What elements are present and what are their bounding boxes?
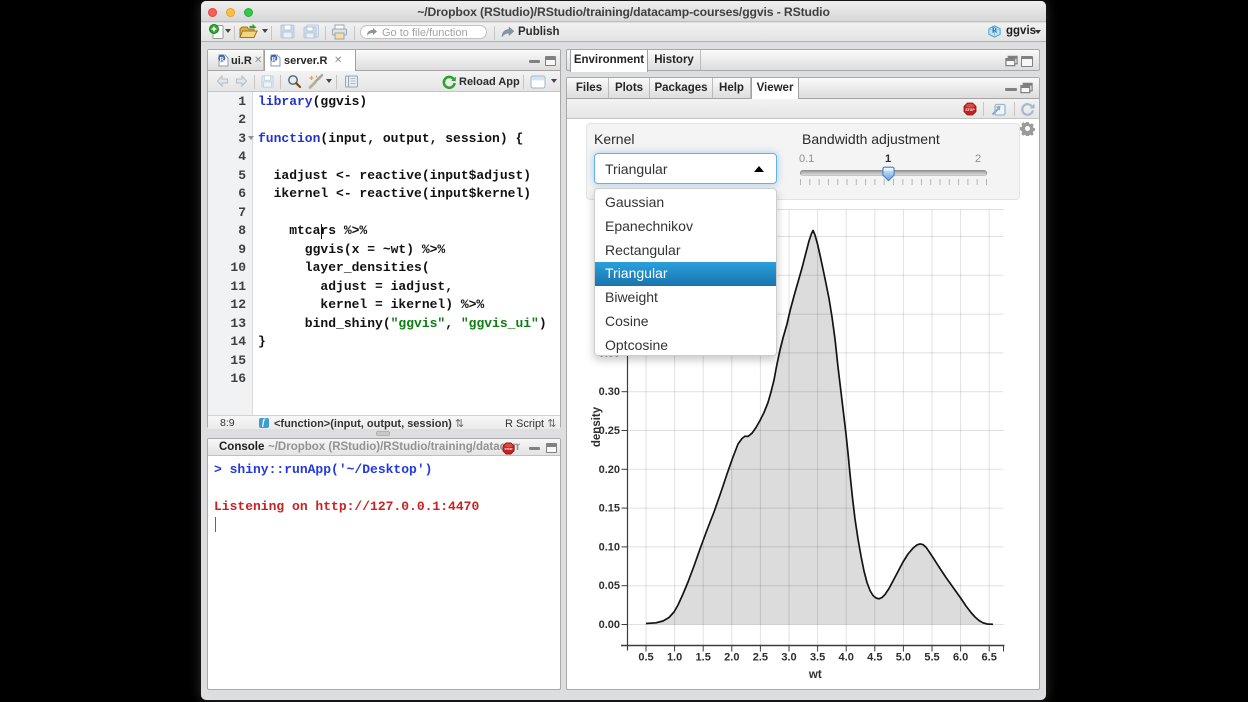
svg-text:wt: wt: [808, 669, 822, 681]
svg-text:1.5: 1.5: [696, 652, 711, 664]
svg-text:3.0: 3.0: [781, 652, 796, 664]
svg-text:0.30: 0.30: [599, 386, 620, 398]
svg-text:0.15: 0.15: [599, 503, 620, 515]
svg-text:0.05: 0.05: [599, 580, 620, 592]
svg-text:6.0: 6.0: [953, 652, 968, 664]
svg-text:density: density: [591, 406, 603, 447]
svg-text:5.5: 5.5: [924, 652, 939, 664]
svg-text:3.5: 3.5: [810, 652, 825, 664]
svg-text:2.5: 2.5: [753, 652, 768, 664]
svg-text:6.5: 6.5: [982, 652, 997, 664]
svg-text:2.0: 2.0: [724, 652, 739, 664]
svg-text:4.5: 4.5: [867, 652, 882, 664]
svg-text:0.20: 0.20: [599, 464, 620, 476]
svg-text:0.00: 0.00: [599, 619, 620, 631]
svg-text:1.0: 1.0: [667, 652, 682, 664]
svg-text:4.0: 4.0: [839, 652, 854, 664]
svg-text:0.10: 0.10: [599, 541, 620, 553]
svg-text:0.5: 0.5: [638, 652, 653, 664]
svg-text:5.0: 5.0: [896, 652, 911, 664]
